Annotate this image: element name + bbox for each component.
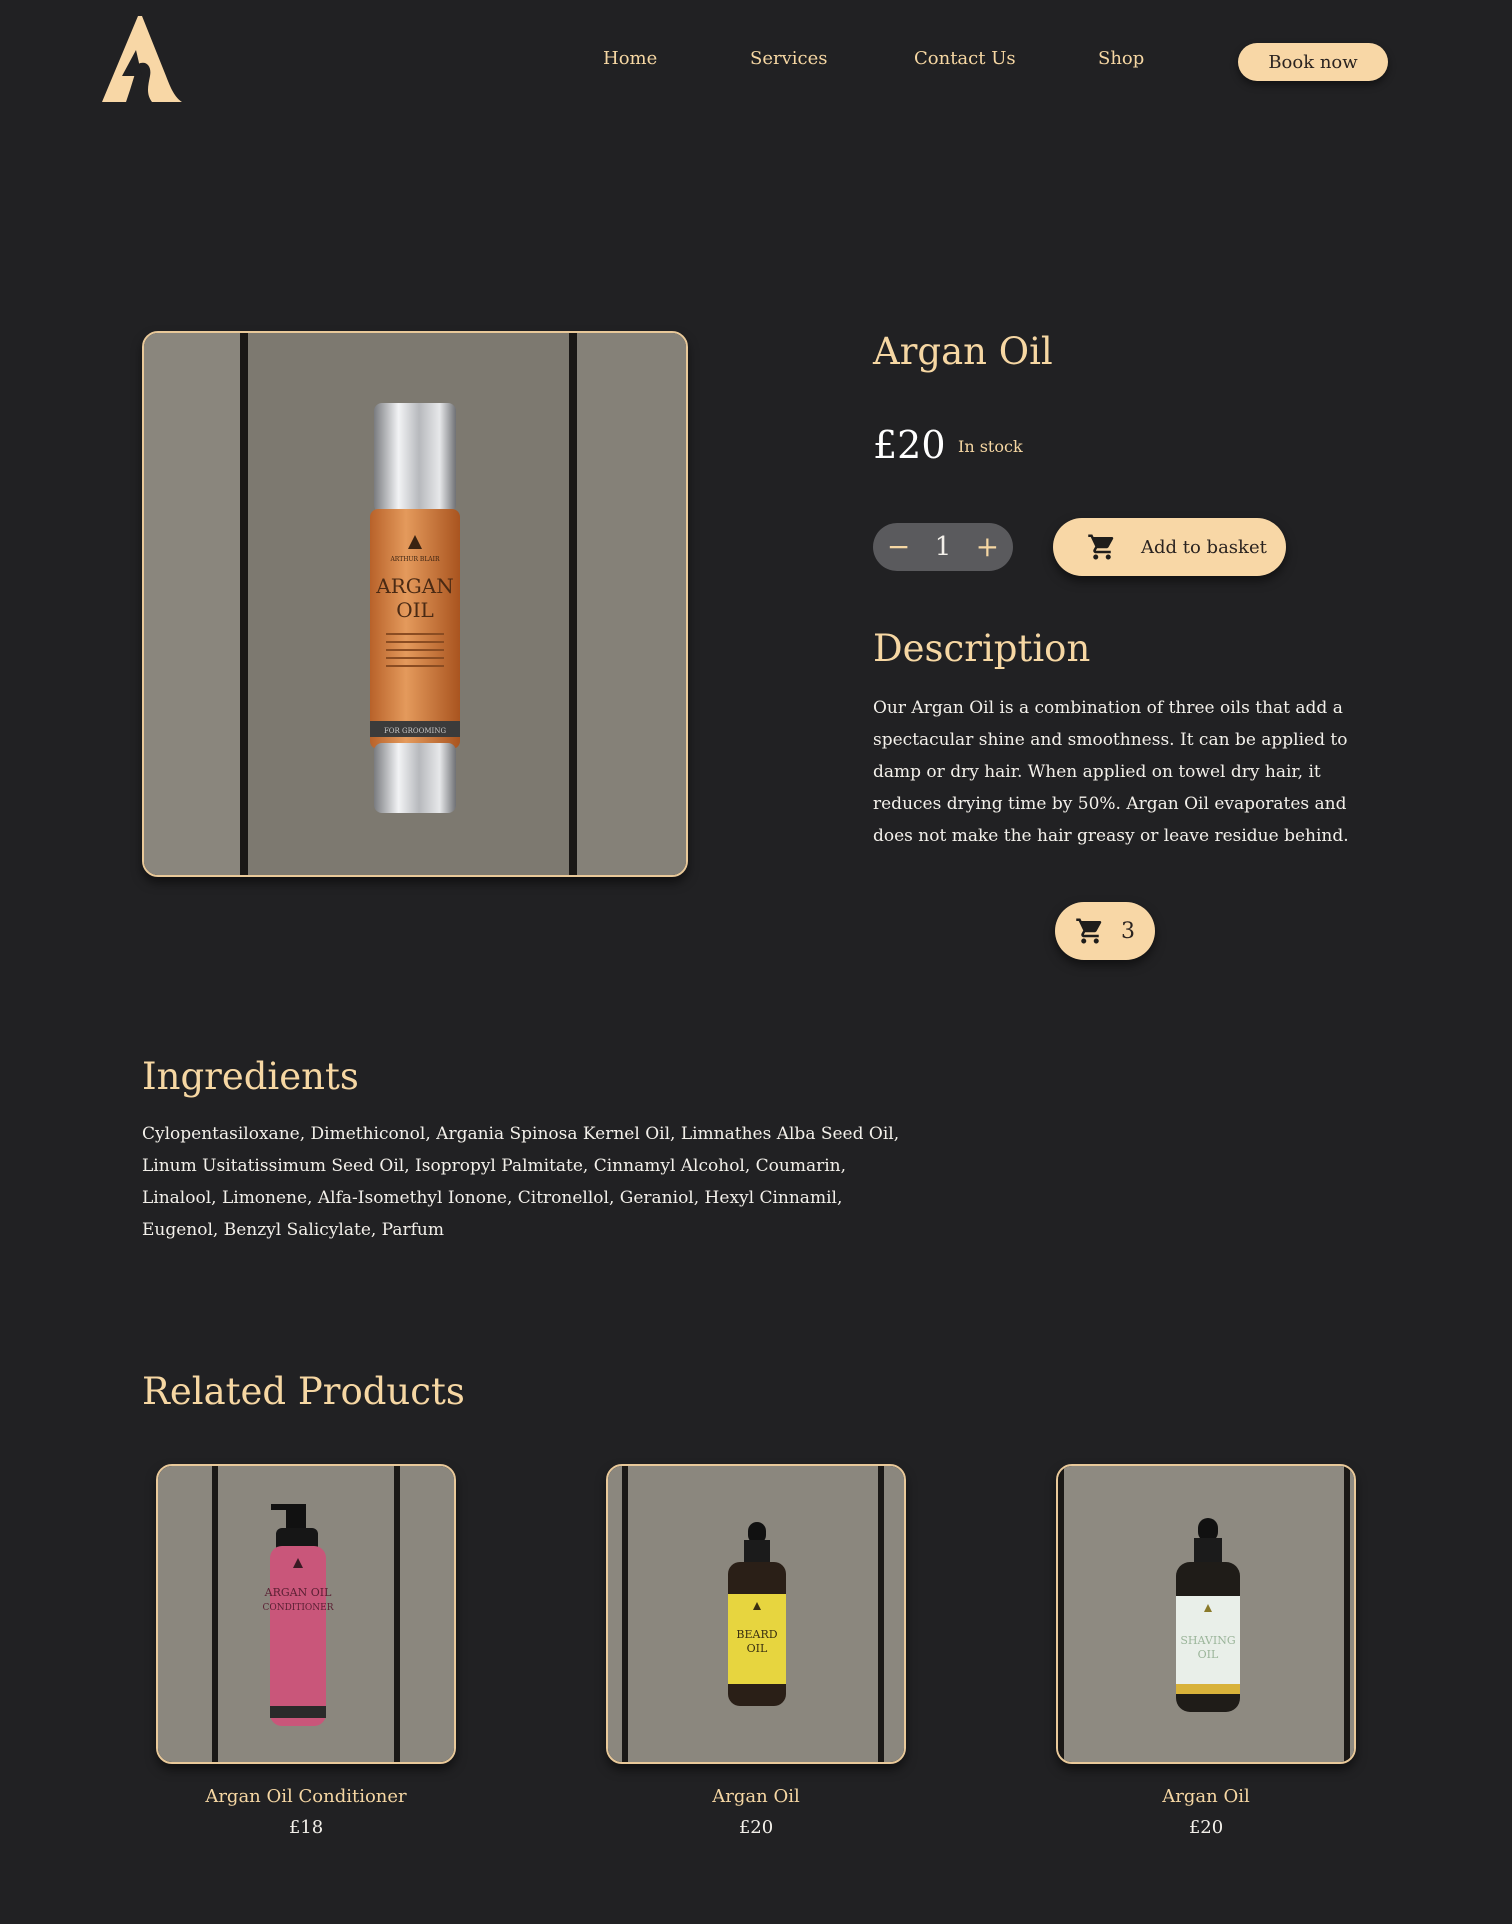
product-price: £20: [873, 423, 946, 467]
svg-text:SHAVING: SHAVING: [1180, 1634, 1235, 1647]
ingredients-text: Cylopentasiloxane, Dimethiconol, Argania…: [142, 1124, 900, 1240]
nav-home[interactable]: Home: [603, 48, 657, 69]
related-product-price: £20: [1188, 1817, 1224, 1838]
argan-oil-bottle-photo: ARTHUR BLAIR ARGAN OIL FOR GROOMING: [144, 333, 686, 875]
description-heading: Description: [873, 627, 1091, 670]
ingredients-heading: Ingredients: [142, 1055, 359, 1098]
increase-quantity-button[interactable]: +: [972, 533, 1002, 561]
svg-text:BEARD: BEARD: [736, 1628, 777, 1641]
related-product-image[interactable]: ARGAN OIL CONDITIONER: [156, 1464, 456, 1764]
related-product-name[interactable]: Argan Oil: [1056, 1786, 1356, 1807]
beard-oil-bottle-photo: BEARD OIL: [608, 1466, 904, 1762]
related-product-card: ARGAN OIL CONDITIONER Argan Oil Conditio…: [156, 1464, 456, 1838]
shaving-oil-bottle-photo: SHAVING OIL: [1058, 1466, 1354, 1762]
product-title: Argan Oil: [873, 330, 1053, 373]
svg-text:ARGAN OIL: ARGAN OIL: [264, 1586, 332, 1599]
stock-status: In stock: [958, 437, 1023, 456]
logo-icon[interactable]: [96, 14, 184, 104]
nav-services[interactable]: Services: [750, 48, 827, 69]
svg-text:OIL: OIL: [396, 598, 434, 622]
related-product-price: £18: [288, 1817, 324, 1838]
quantity-stepper: − 1 +: [873, 523, 1013, 571]
quantity-value[interactable]: 1: [935, 532, 952, 562]
nav-shop[interactable]: Shop: [1098, 48, 1144, 69]
decrease-quantity-button[interactable]: −: [884, 533, 914, 561]
related-product-image[interactable]: SHAVING OIL: [1056, 1464, 1356, 1764]
svg-text:ARGAN: ARGAN: [375, 574, 453, 598]
floating-cart-button[interactable]: 3: [1055, 902, 1155, 960]
cart-icon: [1076, 918, 1102, 944]
related-products-heading: Related Products: [142, 1370, 465, 1413]
cart-icon: [1088, 534, 1114, 560]
related-product-card: BEARD OIL Argan Oil £20: [606, 1464, 906, 1838]
svg-text:OIL: OIL: [747, 1642, 768, 1655]
related-product-image[interactable]: BEARD OIL: [606, 1464, 906, 1764]
add-to-basket-button[interactable]: Add to basket: [1053, 518, 1286, 576]
add-to-basket-label: Add to basket: [1141, 536, 1267, 558]
related-product-name[interactable]: Argan Oil Conditioner: [156, 1786, 456, 1807]
svg-text:ARTHUR BLAIR: ARTHUR BLAIR: [389, 556, 440, 563]
related-product-name[interactable]: Argan Oil: [606, 1786, 906, 1807]
conditioner-bottle-photo: ARGAN OIL CONDITIONER: [158, 1466, 454, 1762]
related-product-card: SHAVING OIL Argan Oil £20: [1056, 1464, 1356, 1838]
svg-text:OIL: OIL: [1198, 1648, 1219, 1661]
svg-text:CONDITIONER: CONDITIONER: [262, 1603, 333, 1613]
book-now-button[interactable]: Book now: [1238, 43, 1388, 81]
svg-text:FOR GROOMING: FOR GROOMING: [384, 727, 446, 735]
nav-contact-us[interactable]: Contact Us: [914, 48, 1016, 69]
related-product-price: £20: [738, 1817, 774, 1838]
product-image: ARTHUR BLAIR ARGAN OIL FOR GROOMING: [142, 331, 688, 877]
cart-count: 3: [1121, 918, 1135, 944]
description-text: Our Argan Oil is a combination of three …: [873, 698, 1349, 846]
